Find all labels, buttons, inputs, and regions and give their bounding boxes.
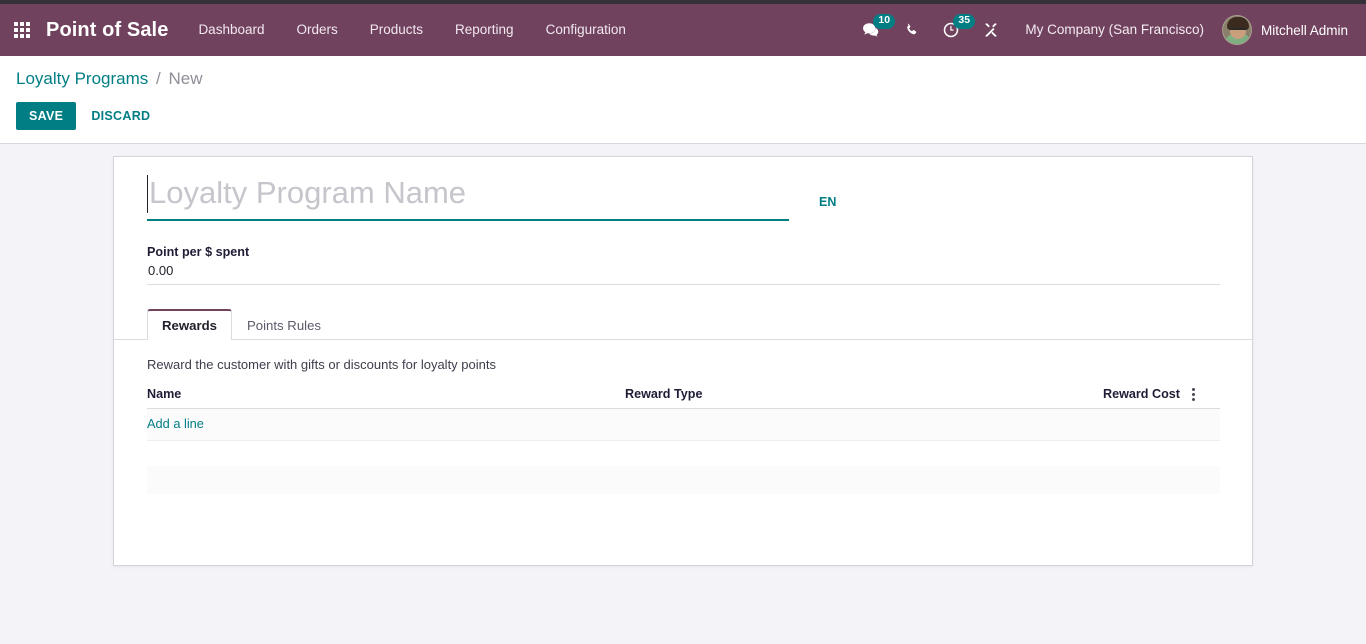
discard-button[interactable]: DISCARD (80, 102, 161, 130)
breadcrumb-separator: / (156, 69, 161, 88)
rewards-list: Name Reward Type Reward Cost Add a line (147, 387, 1220, 494)
text-caret (147, 175, 148, 213)
voip-phone-button[interactable] (892, 4, 931, 56)
title-row: EN (147, 173, 1219, 222)
table-header-row: Name Reward Type Reward Cost (147, 387, 1220, 410)
table-spacer-row (147, 440, 1220, 466)
developer-tools-wrench-icon (985, 23, 998, 37)
apps-menu-button[interactable] (0, 4, 44, 56)
column-header-name: Name (147, 387, 625, 410)
breadcrumb: Loyalty Programs / New (16, 70, 1366, 87)
notebook: Rewards Points Rules Reward the customer… (114, 308, 1252, 494)
control-panel: Loyalty Programs / New SAVE DISCARD (0, 56, 1366, 144)
user-name-label: Mitchell Admin (1260, 22, 1348, 38)
program-name-field-wrapper (147, 173, 789, 222)
tab-points-rules[interactable]: Points Rules (232, 309, 336, 340)
column-header-reward-type: Reward Type (625, 387, 1103, 410)
column-header-reward-cost: Reward Cost (1103, 387, 1192, 410)
tab-rewards[interactable]: Rewards (147, 309, 232, 341)
phone-icon (907, 23, 917, 34)
apps-grid-icon (14, 22, 30, 38)
rewards-table: Name Reward Type Reward Cost Add a line (147, 387, 1220, 494)
rewards-hint-text: Reward the customer with gifts or discou… (147, 357, 496, 373)
activities-button[interactable]: 35 (931, 4, 976, 56)
user-menu[interactable]: Mitchell Admin (1218, 4, 1354, 56)
rewards-tab-pane: Reward the customer with gifts or discou… (114, 340, 1252, 494)
nav-item-products[interactable]: Products (354, 4, 439, 56)
app-brand-title[interactable]: Point of Sale (44, 4, 182, 56)
table-filler-row (147, 465, 1220, 494)
optional-columns-header (1192, 387, 1220, 410)
company-switcher[interactable]: My Company (San Francisco) (1011, 4, 1218, 56)
navbar-menu: Dashboard Orders Products Reporting Conf… (182, 4, 641, 56)
form-action-buttons: SAVE DISCARD (16, 102, 1366, 130)
kebab-menu-icon[interactable] (1192, 388, 1195, 402)
avatar (1221, 15, 1252, 45)
main-navbar: Point of Sale Dashboard Orders Products … (0, 4, 1366, 56)
language-tag[interactable]: EN (819, 195, 836, 209)
program-name-input[interactable] (147, 173, 789, 216)
breadcrumb-root-link[interactable]: Loyalty Programs (16, 69, 148, 88)
form-sheet: EN Point per $ spent 0.00 Rewards Points… (113, 156, 1253, 566)
points-per-dollar-field: Point per $ spent 0.00 (147, 245, 1220, 286)
points-per-dollar-value[interactable]: 0.00 (147, 263, 1220, 286)
rewards-table-body: Add a line (147, 408, 1220, 494)
form-view-background: EN Point per $ spent 0.00 Rewards Points… (0, 144, 1366, 643)
navbar-systray: 10 35 My Company (San Francisco) Mitchel… (851, 4, 1354, 56)
add-line-cell: Add a line (147, 408, 1220, 442)
points-per-dollar-label: Point per $ spent (147, 245, 250, 260)
breadcrumb-current: New (168, 69, 203, 88)
form-fields-area: EN Point per $ spent 0.00 (114, 173, 1252, 286)
add-a-line-link[interactable]: Add a line (147, 416, 204, 431)
add-line-row[interactable]: Add a line (147, 408, 1220, 442)
messages-button[interactable]: 10 (851, 4, 896, 56)
notebook-tabs: Rewards Points Rules (114, 308, 1252, 341)
nav-item-dashboard[interactable]: Dashboard (182, 4, 280, 56)
nav-item-configuration[interactable]: Configuration (530, 4, 642, 56)
developer-tools-button[interactable] (971, 4, 1011, 56)
nav-item-reporting[interactable]: Reporting (439, 4, 530, 56)
nav-item-orders[interactable]: Orders (280, 4, 353, 56)
save-button[interactable]: SAVE (16, 102, 77, 130)
